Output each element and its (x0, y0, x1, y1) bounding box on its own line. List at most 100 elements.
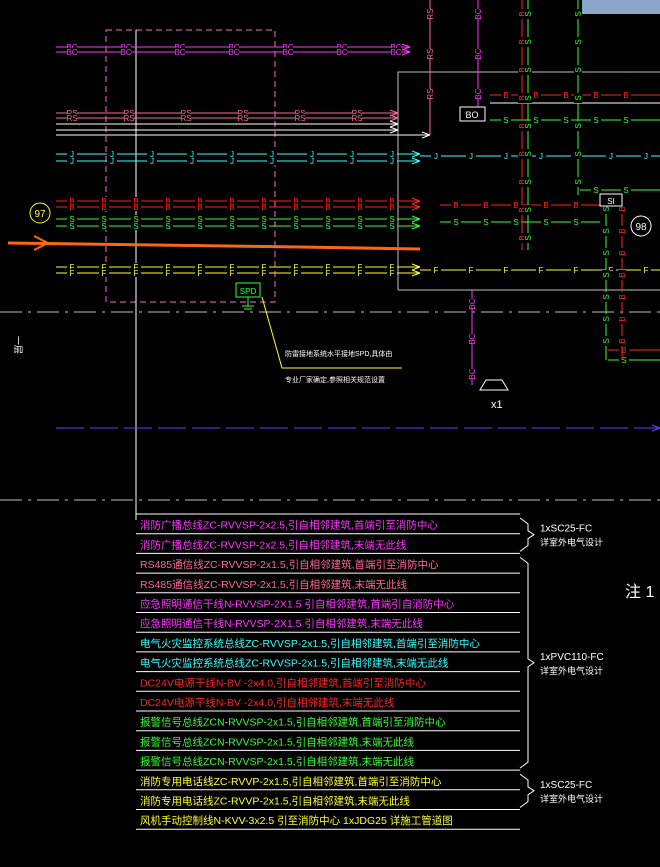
line-code-label: S (69, 222, 74, 231)
comm-line-1 (56, 120, 399, 128)
line-code-label: BC (282, 48, 293, 57)
monitor-line-right: JJJJJJJ (420, 152, 660, 161)
line-code-label: F (230, 269, 235, 278)
line-code-label: S (524, 207, 533, 212)
line-code-label: B (563, 91, 568, 100)
alarm-line-1: SSSSSSSSSSS (56, 215, 421, 224)
broadcast-riser-bottom: BC BC BC (468, 290, 477, 385)
line-code-label: BC (468, 333, 477, 344)
line-code-label: J (310, 157, 314, 166)
line-code-label: S (197, 222, 202, 231)
rs485-line-2: RS RS RS RS RS RS (56, 114, 399, 123)
line-code-label: S (574, 11, 583, 16)
line-code-label: S (229, 222, 234, 231)
bracket-note-label: 详室外电气设计 (540, 665, 603, 676)
line-code-label: S (524, 151, 533, 156)
line-code-label: B (623, 91, 628, 100)
line-code-label: S (574, 151, 583, 156)
line-code-label: S (573, 218, 578, 227)
rs485-line-1: RS RS RS RS RS RS (56, 109, 399, 118)
dc24v-line-2: BBBBBBBBBBB (56, 203, 421, 212)
line-code-label: S (623, 116, 628, 125)
line-code-label: B (593, 91, 598, 100)
line-code-label: B (618, 228, 627, 233)
dc24v-riser-right: B B B B B B B (618, 195, 627, 360)
line-code-label: S (325, 222, 330, 231)
svg-text:x1: x1 (491, 399, 503, 411)
legend-row-text: 报警信号总线ZCN-RVVSP-2x1.5,引自相邻建筑,末端无此线 (140, 755, 414, 768)
line-code-label: S (574, 179, 583, 184)
line-code-label: BC (474, 48, 483, 59)
legend-row-text: RS485通信线ZC-RVVSP-2x1.5,引自相邻建筑,末端无此线 (140, 578, 408, 591)
line-code-label: BC (468, 368, 477, 379)
comm-line-2 (56, 126, 399, 134)
line-code-label: B (261, 203, 266, 212)
legend-row-text: DC24V电源干线N-BV -2x4.0,引自相邻建筑,末端无此线 (140, 696, 395, 709)
line-code-label: BC (228, 48, 239, 57)
line-code-label: S (574, 39, 583, 44)
line-code-label: S (524, 39, 533, 44)
line-code-label: S (513, 218, 518, 227)
line-code-label: F (434, 266, 439, 275)
line-code-label: BC (174, 48, 185, 57)
svg-text:SI: SI (607, 197, 615, 206)
line-code-label: S (563, 116, 568, 125)
line-code-label: F (326, 269, 331, 278)
x1-device-symbol: x1 (479, 379, 509, 411)
line-code-label: RS (237, 114, 248, 123)
line-code-label: J (270, 157, 274, 166)
line-code-label: B (357, 203, 362, 212)
bracket-shape (519, 517, 535, 552)
line-code-label: S (524, 95, 533, 100)
line-code-label: F (469, 266, 474, 275)
line-code-label: S (483, 218, 488, 227)
legend-row-text: 消防专用电话线ZC-RVVP-2x1.5,引自相邻建筑,末端无此线 (140, 795, 410, 808)
line-code-label: RS (426, 8, 435, 19)
line-code-label: B (573, 201, 578, 210)
line-code-label: BC (474, 8, 483, 19)
line-code-label: J (434, 152, 438, 161)
legend-row-text: DC24V电源干线N-BV -2x4.0,引自相邻建筑,首端引至消防中心 (140, 676, 426, 689)
line-code-label: S (389, 222, 394, 231)
line-code-label: J (609, 152, 613, 161)
si-box: SI (599, 193, 623, 207)
line-code-label: S (524, 67, 533, 72)
line-code-label: RS (66, 114, 77, 123)
line-code-label: F (294, 269, 299, 278)
line-code-label: S (524, 123, 533, 128)
legend-table: 消防广播总线ZC-RVVSP-2x2.5,引自相邻建筑,首端引至消防中心消防广播… (136, 513, 520, 830)
line-code-label: S (602, 250, 611, 255)
dc24v-line-bottom-right: B (608, 346, 660, 355)
alarm-riser: S S S S S S S S S (524, 0, 533, 250)
line-code-label: J (150, 157, 154, 166)
top-right-panel (582, 0, 660, 14)
line-code-label: B (69, 203, 74, 212)
left-margin-label: 一层 (13, 336, 23, 354)
spd-note-line1: 防雷接地系统水平接地SPD,具体由 (285, 349, 392, 358)
line-code-label: BC (468, 298, 477, 309)
comm-line-3 (56, 131, 431, 139)
line-code-label: S (602, 228, 611, 233)
line-code-label: S (574, 95, 583, 100)
legend-row-text: 消防广播总线ZC-RVVSP-2x2.5,引自相邻建筑,末端无此线 (140, 538, 407, 551)
legend-row-text: 电气火灾监控系统总线ZC-RVVSP-2x1.5,引自相邻建筑,末端无此线 (140, 657, 449, 670)
line-code-label: S (602, 272, 611, 277)
line-code-label: BC (390, 48, 401, 57)
line-code-label: B (618, 294, 627, 299)
line-code-label: S (602, 294, 611, 299)
alarm-riser-right-2: S S S S S S S (602, 195, 611, 360)
line-code-label: B (389, 203, 394, 212)
line-code-label: S (602, 206, 611, 211)
bracket-conduit-label: 1xSC25-FC (540, 524, 592, 535)
line-code-label: B (325, 203, 330, 212)
line-code-label: F (358, 269, 363, 278)
line-code-label: RS (426, 48, 435, 59)
line-code-label: J (190, 157, 194, 166)
line-code-label: S (524, 11, 533, 16)
line-code-label: BC (66, 48, 77, 57)
line-code-label: S (602, 316, 611, 321)
legend-row-text: 应急照明通信干线N-RVVSP-2X1.5 引自相邻建筑,末端无此线 (140, 617, 423, 630)
line-code-label: B (197, 203, 202, 212)
line-code-label: F (70, 269, 75, 278)
broadcast-riser: BC BC BC (474, 0, 483, 110)
